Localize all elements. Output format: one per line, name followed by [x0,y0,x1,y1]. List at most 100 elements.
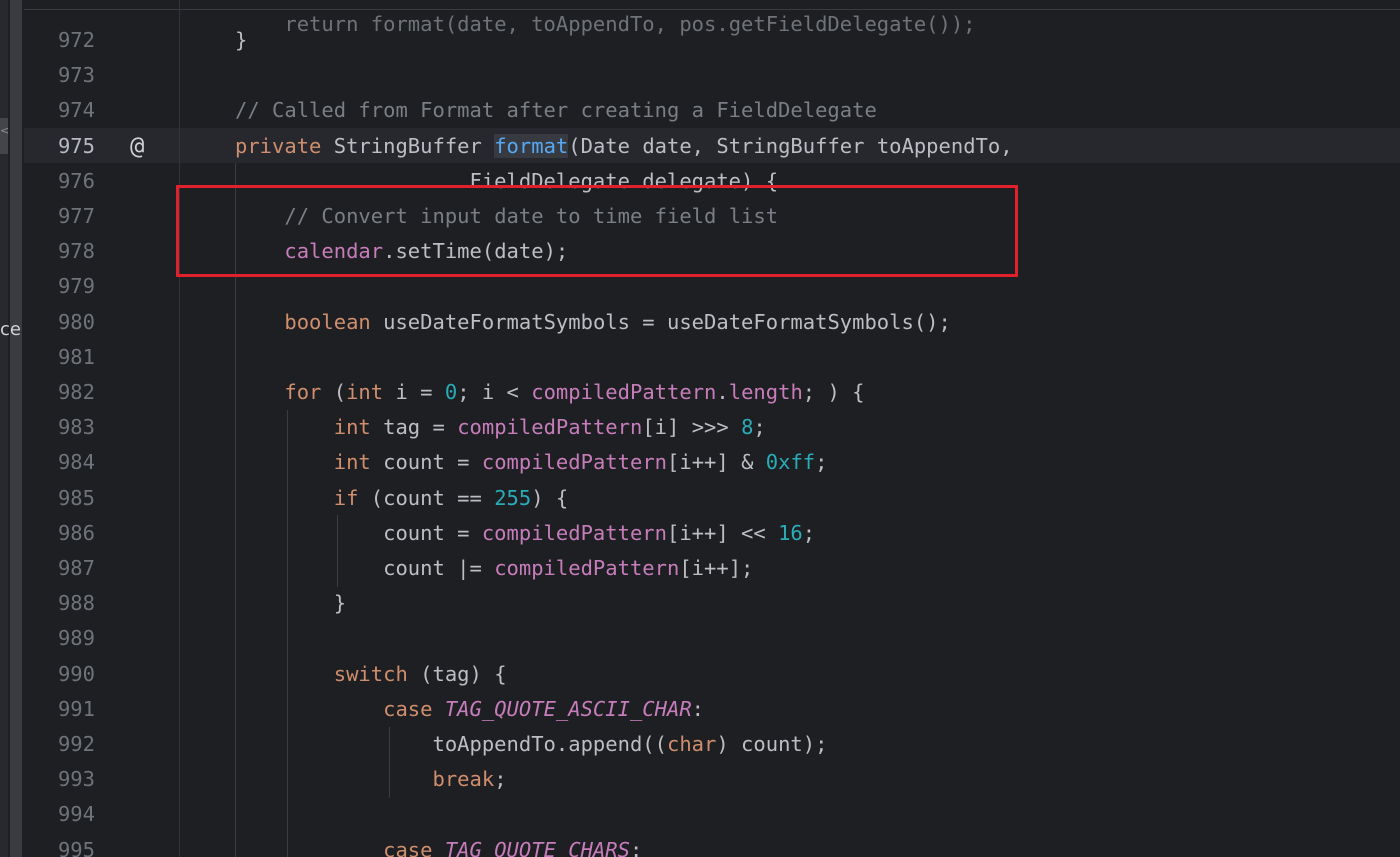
line-number[interactable]: 977 [24,199,95,234]
code-line-975[interactable]: 975 @ private StringBuffer format(Date dat… [0,129,1400,164]
code-token: 16 [778,520,803,545]
line-number[interactable]: 972 [24,23,95,58]
code-text: count = compiledPattern[i++] << 16; [235,516,815,551]
code-token: [i++]; [679,556,754,580]
code-token: 255 [494,485,532,510]
code-line-973[interactable]: 973 [0,58,1400,93]
code-line-984[interactable]: 984 int count = compiledPattern[i++] & 0… [0,445,1400,480]
line-number[interactable]: 989 [24,621,95,656]
code-line-992[interactable]: 992 toAppendTo.append((char) count); [0,727,1400,762]
line-number[interactable]: 974 [24,93,95,128]
line-number[interactable]: 994 [24,797,95,832]
code-text: switch (tag) { [235,657,507,692]
code-token: (Date date, StringBuffer toAppendTo, [568,133,1013,158]
code-line-981[interactable]: 981 [0,340,1400,375]
code-line-974[interactable]: 974 // Called from Format after creating … [0,93,1400,128]
code-text: case TAG_QUOTE_ASCII_CHAR: [235,692,704,727]
line-number[interactable]: 978 [24,234,95,269]
code-token: TAG_QUOTE_ASCII_CHAR [444,696,692,721]
code-token: compiledPattern [494,556,680,580]
code-token: length [728,380,803,404]
code-text: case TAG_QUOTE_CHARS: [235,833,642,857]
code-line-980[interactable]: 980 boolean useDateFormatSymbols = useDa… [0,305,1400,340]
code-line-990[interactable]: 990 switch (tag) { [0,657,1400,692]
code-line-988[interactable]: 988 } [0,586,1400,621]
code-line-972[interactable]: 972} [0,23,1400,58]
line-number[interactable]: 995 [24,833,95,857]
code-line-994[interactable]: 994 [0,797,1400,832]
code-token: ; [753,415,766,440]
code-token: char [666,732,717,756]
code-line-993[interactable]: 993 break; [0,762,1400,797]
code-line-995[interactable]: 995 case TAG_QUOTE_CHARS: [0,833,1400,857]
line-number[interactable]: 975 [24,129,95,164]
code-token: tag = [383,415,458,440]
line-number[interactable]: 979 [24,269,95,304]
line-number[interactable]: 985 [24,481,95,516]
code-text: int count = compiledPattern[i++] & 0xff; [235,445,828,480]
code-token: . [716,380,729,404]
line-number[interactable]: 982 [24,375,95,410]
line-number[interactable]: 990 [24,657,95,692]
code-token: int [333,415,384,440]
code-token: break [432,767,495,792]
line-number[interactable]: 984 [24,445,95,480]
line-number[interactable]: 980 [24,305,95,340]
line-number[interactable]: 973 [24,58,95,93]
code-token: i = [395,380,445,404]
code-editor[interactable]: < cer return format(date, toAppendTo, po… [0,0,1400,857]
code-token: TAG_QUOTE_CHARS [444,837,630,857]
code-text: break; [235,762,506,797]
code-line-989[interactable]: 989 [0,621,1400,656]
line-number[interactable]: 981 [24,340,95,375]
code-text: int tag = compiledPattern[i] >>> 8; [235,410,766,445]
code-token: for [284,380,334,404]
line-number[interactable]: 976 [24,164,95,199]
sticky-header-divider [24,9,1400,10]
code-token: useDateFormatSymbols = useDateFormatSymb… [383,309,951,334]
code-token: count = [235,520,482,545]
line-number[interactable]: 991 [24,692,95,727]
code-token: [i++] << [666,520,779,545]
code-line-987[interactable]: 987 count |= compiledPattern[i++]; [0,551,1400,586]
code-token: ( [333,380,347,404]
code-token: int [333,450,384,475]
line-number[interactable]: 983 [24,410,95,445]
code-line-983[interactable]: 983 int tag = compiledPattern[i] >>> 8; [0,410,1400,445]
line-number[interactable]: 988 [24,586,95,621]
code-token: compiledPattern [481,450,668,475]
line-number[interactable]: 986 [24,516,95,551]
code-token: 8 [741,415,754,440]
line-number[interactable]: 993 [24,762,95,797]
code-token: count |= [235,556,495,580]
code-token: // Called from Format after creating a F… [235,98,877,123]
code-line-991[interactable]: 991 case TAG_QUOTE_ASCII_CHAR: [0,692,1400,727]
code-text: } [235,586,346,621]
code-token: case [383,837,445,857]
code-token: int [346,380,396,404]
code-line-986[interactable]: 986 count = compiledPattern[i++] << 16; [0,516,1400,551]
code-token: [i] >>> [642,415,742,440]
code-token: compiledPattern [481,520,667,545]
code-token: compiledPattern [457,415,643,440]
code-token: (tag) { [420,661,507,686]
code-line-982[interactable]: 982 for (int i = 0; i < compiledPattern.… [0,375,1400,410]
code-token: ; [815,450,828,475]
override-marker-icon[interactable]: @ [130,129,144,164]
line-number[interactable]: 987 [24,551,95,586]
code-token: ) count); [716,732,828,756]
code-token: private [235,133,334,158]
code-line-985[interactable]: 985 if (count == 255) { [0,481,1400,516]
line-number[interactable]: 992 [24,727,95,762]
code-token: format [494,133,569,158]
code-text: private StringBuffer format(Date date, S… [235,129,1013,164]
code-token: count = [383,450,482,475]
code-token: case [383,696,445,721]
